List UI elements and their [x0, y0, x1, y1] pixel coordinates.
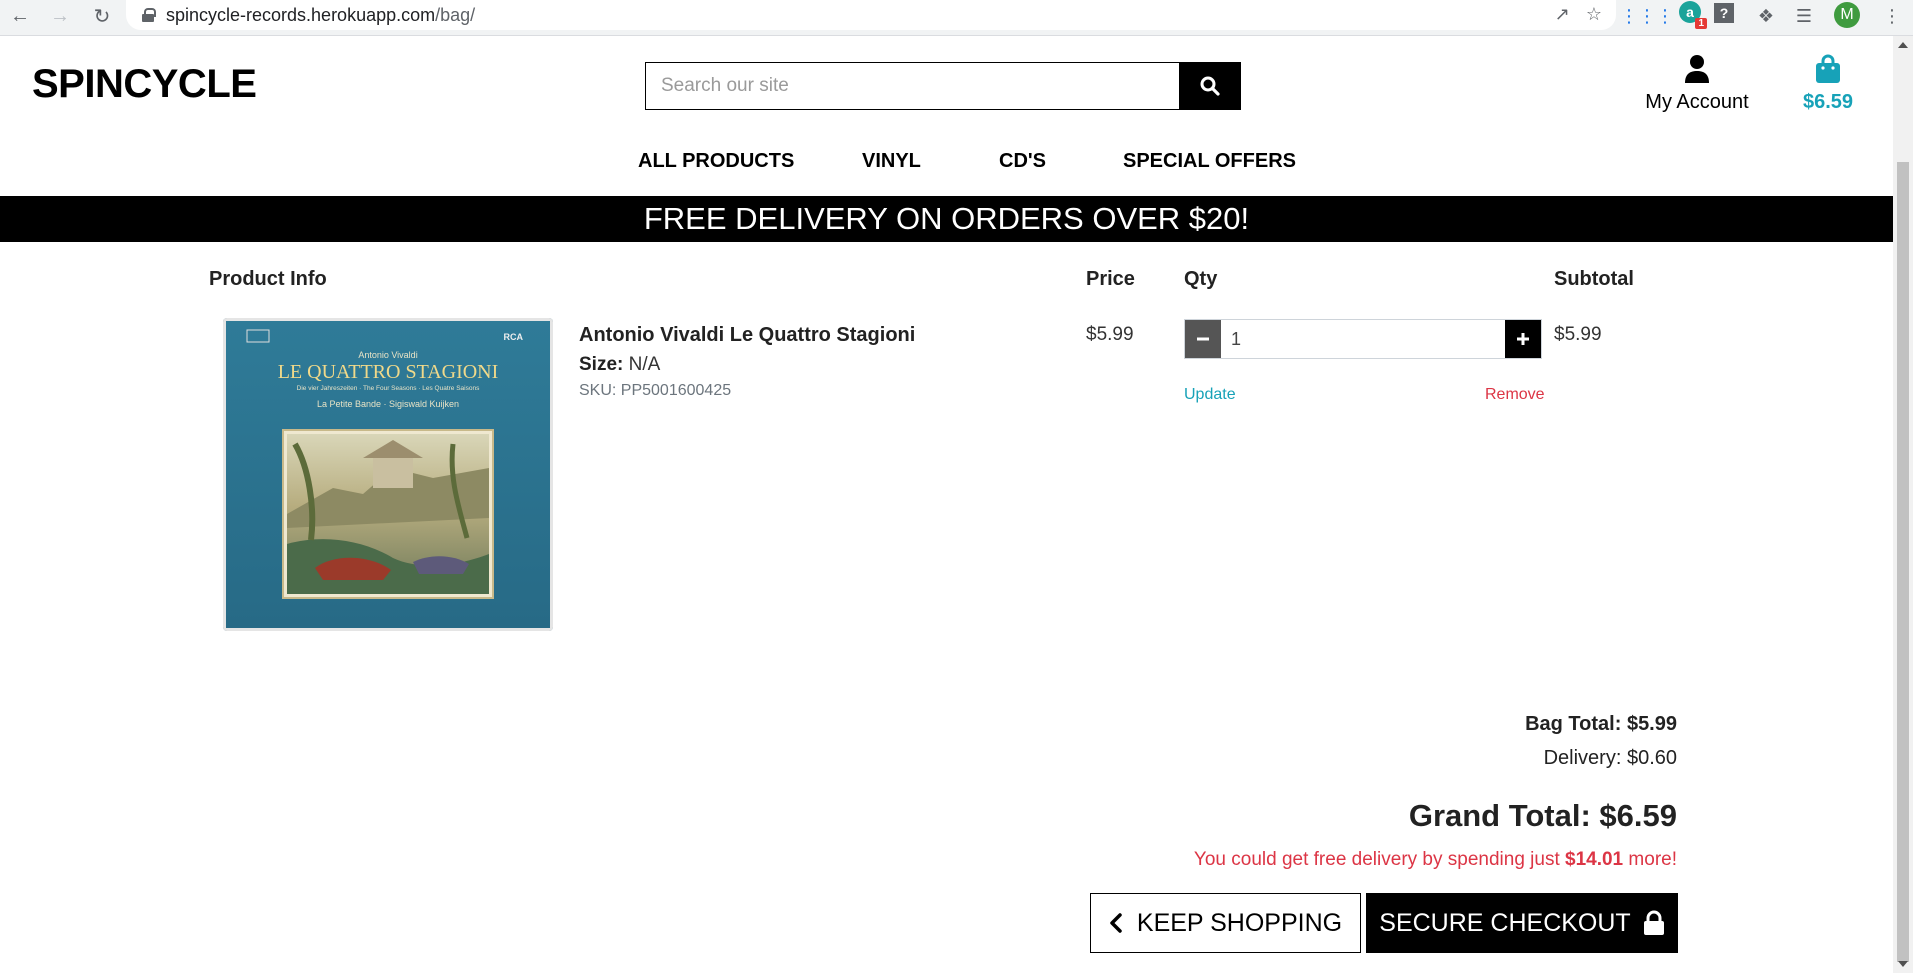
header-price: Price — [1086, 268, 1135, 290]
cover-label: RCA — [504, 332, 524, 342]
extension-badge: 1 — [1695, 18, 1707, 29]
nav-vinyl[interactable]: VINYL — [862, 150, 921, 173]
user-icon — [1685, 55, 1709, 83]
increment-qty-button[interactable] — [1505, 320, 1541, 358]
size-label: Size: — [579, 354, 624, 375]
cover-composer: Antonio Vivaldi — [358, 350, 417, 360]
update-link[interactable]: Update — [1184, 386, 1236, 404]
search-input[interactable] — [646, 63, 1179, 109]
profile-avatar[interactable]: M — [1834, 2, 1860, 28]
header-subtotal: Subtotal — [1554, 268, 1634, 290]
shopping-bag-icon — [1816, 54, 1840, 83]
my-account-label: My Account — [1645, 91, 1749, 113]
help-extension-icon[interactable]: ? — [1714, 3, 1734, 23]
lock-icon — [142, 8, 156, 22]
product-image: RCA Antonio Vivaldi LE QUATTRO STAGIONI … — [223, 318, 553, 631]
checkout-label: SECURE CHECKOUT — [1379, 908, 1631, 937]
shopping-bag-link[interactable]: $6.59 — [1790, 54, 1866, 114]
line-subtotal: $5.99 — [1554, 324, 1602, 345]
keep-shopping-label: KEEP SHOPPING — [1136, 908, 1343, 937]
chevron-left-icon — [1110, 913, 1122, 933]
extension-grammar-icon[interactable]: a 1 — [1679, 1, 1707, 29]
minus-icon — [1197, 337, 1209, 341]
share-icon[interactable]: ↗ — [1555, 4, 1570, 25]
bag-total-header: $6.59 — [1802, 91, 1854, 113]
size-value: N/A — [628, 354, 661, 375]
bag-total: Bag Total: $5.99 — [1525, 713, 1677, 735]
browser-toolbar: ← → ↻ spincycle-records.herokuapp.com/ba… — [0, 0, 1913, 36]
browser-menu-icon[interactable]: ⋮ — [1878, 2, 1906, 30]
forward-icon[interactable]: → — [46, 2, 74, 30]
product-price: $5.99 — [1086, 324, 1134, 345]
search-form — [645, 62, 1241, 110]
url-host: spincycle-records.herokuapp.com — [166, 4, 436, 25]
scroll-down-icon[interactable] — [1898, 961, 1908, 967]
lock-icon — [1643, 910, 1664, 935]
cover-title: LE QUATTRO STAGIONI — [278, 361, 499, 383]
delivery-cost: Delivery: $0.60 — [1543, 747, 1677, 769]
page-scrollbar[interactable] — [1893, 36, 1913, 973]
grand-total: Grand Total: $6.59 — [1408, 798, 1677, 833]
apps-grid-icon[interactable]: ⋮⋮⋮ — [1620, 2, 1674, 30]
my-account-link[interactable]: My Account — [1632, 54, 1762, 114]
free-delivery-message: You could get free delivery by spending … — [1193, 849, 1677, 870]
bookmark-star-icon[interactable]: ☆ — [1586, 4, 1602, 25]
free-delivery-amount: $14.01 — [1565, 849, 1624, 870]
url-path: /bag/ — [435, 4, 476, 25]
product-name: Antonio Vivaldi Le Quattro Stagioni — [579, 324, 916, 346]
header-product-info: Product Info — [209, 268, 327, 290]
cover-performers: La Petite Bande · Sigiswald Kuijken — [317, 399, 459, 409]
decrement-qty-button[interactable] — [1185, 320, 1221, 358]
qty-input[interactable] — [1221, 320, 1505, 358]
scroll-thumb[interactable] — [1897, 162, 1909, 962]
search-icon — [1200, 76, 1220, 96]
nav-cds[interactable]: CD'S — [999, 150, 1046, 173]
scroll-up-icon[interactable] — [1898, 42, 1908, 48]
product-sku: SKU: PP5001600425 — [579, 382, 732, 399]
header-qty: Qty — [1184, 268, 1218, 290]
nav-all-products[interactable]: ALL PRODUCTS — [638, 150, 794, 173]
back-icon[interactable]: ← — [6, 2, 34, 30]
site-logo[interactable]: SPINCYCLE — [32, 62, 257, 107]
free-delivery-banner: FREE DELIVERY ON ORDERS OVER $20! — [0, 196, 1893, 242]
secure-checkout-button[interactable]: SECURE CHECKOUT — [1366, 893, 1678, 953]
keep-shopping-button[interactable]: KEEP SHOPPING — [1090, 893, 1361, 953]
reload-icon[interactable]: ↻ — [88, 2, 116, 30]
nav-special-offers[interactable]: SPECIAL OFFERS — [1123, 150, 1296, 173]
product-size: Size: N/A — [579, 354, 660, 376]
extensions-puzzle-icon[interactable]: ❖ — [1752, 2, 1780, 30]
plus-icon — [1517, 333, 1529, 345]
remove-link[interactable]: Remove — [1485, 386, 1545, 404]
cover-subtitle: Die vier Jahreszeiten · The Four Seasons… — [297, 385, 480, 392]
address-bar[interactable]: spincycle-records.herokuapp.com/bag/ ↗ ☆ — [126, 0, 1616, 30]
quantity-stepper — [1184, 319, 1542, 359]
media-queue-icon[interactable]: ☰ — [1790, 2, 1818, 30]
search-button[interactable] — [1179, 63, 1240, 109]
